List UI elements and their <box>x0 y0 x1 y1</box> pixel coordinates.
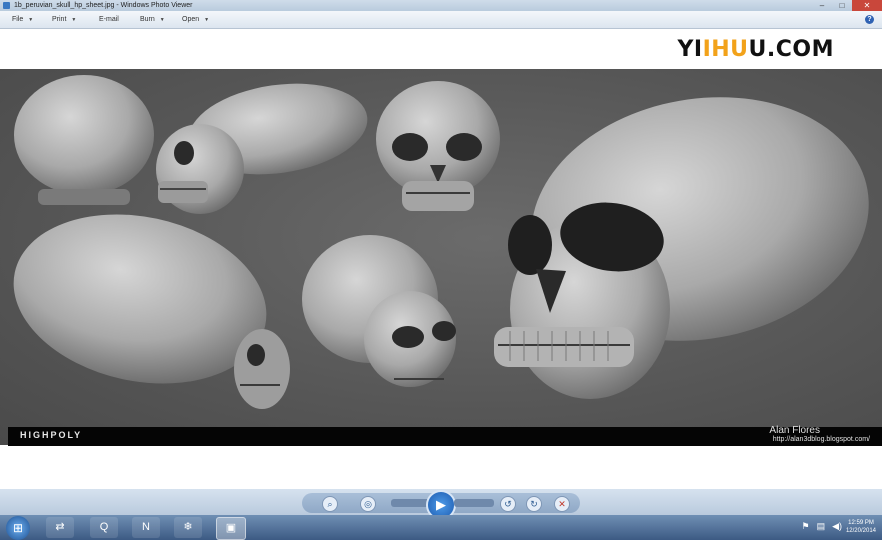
menu-open[interactable]: Open ▼ <box>182 11 209 28</box>
taskbar-app-snowflake-icon[interactable]: ❄ <box>174 517 202 538</box>
flag-icon[interactable]: ⚑ <box>801 521 809 532</box>
menu-burn[interactable]: Burn ▼ <box>140 11 165 28</box>
skull-side-view <box>156 83 368 214</box>
caption-label: HIGHPOLY <box>20 430 83 440</box>
taskbar-clock[interactable]: 12:59 PM 12/20/2014 <box>846 519 876 535</box>
skull-large-view <box>494 97 869 399</box>
close-button[interactable]: ✕ <box>852 0 882 11</box>
system-tray: ⚑ ▤ ◀) <box>801 521 842 532</box>
help-icon[interactable]: ? <box>865 15 874 24</box>
title-bar: 1b_peruvian_skull_hp_sheet.jpg - Windows… <box>0 0 882 11</box>
menu-file[interactable]: File ▼ <box>12 11 33 28</box>
skull-front-view <box>376 81 500 211</box>
taskbar-app-sync-icon[interactable]: ⇄ <box>46 517 74 538</box>
menu-burn-label: Burn <box>140 16 155 23</box>
photo-viewer-icon <box>3 2 10 9</box>
window-title: 1b_peruvian_skull_hp_sheet.jpg - Windows… <box>14 2 193 9</box>
volume-icon[interactable]: ◀) <box>832 521 842 532</box>
chevron-down-icon: ▼ <box>159 17 165 23</box>
skull-renders <box>13 75 869 409</box>
menu-file-label: File <box>12 16 24 23</box>
menu-print-label: Print <box>52 16 67 23</box>
chevron-down-icon: ▼ <box>28 17 34 23</box>
taskbar-app-n-icon[interactable]: N <box>132 517 160 538</box>
author-url: http://alan3dblog.blogspot.com/ <box>772 436 870 443</box>
previous-button[interactable] <box>391 499 431 507</box>
rotate-left-icon[interactable]: ↺ <box>500 496 516 512</box>
network-icon[interactable]: ▤ <box>817 521 826 532</box>
skull-elongated-view <box>13 214 290 409</box>
menu-email-label: E-mail <box>99 16 119 23</box>
menu-open-label: Open <box>182 16 200 23</box>
skull-sheet-image <box>0 69 882 445</box>
maximize-button[interactable]: □ <box>832 0 852 11</box>
next-button[interactable] <box>454 499 494 507</box>
chevron-down-icon: ▼ <box>71 17 77 23</box>
window-controls: – □ ✕ <box>812 0 882 11</box>
rotate-right-icon[interactable]: ↻ <box>526 496 542 512</box>
chevron-down-icon: ▼ <box>204 17 210 23</box>
menu-bar: File ▼ Print ▼ E-mail Burn ▼ Open ▼ ? <box>0 11 882 29</box>
watermark-prefix: YI <box>677 37 703 62</box>
clock-date: 12/20/2014 <box>845 528 876 534</box>
author-name: Alan Flores <box>769 425 820 436</box>
delete-icon[interactable]: ✕ <box>554 496 570 512</box>
watermark-suffix: U.COM <box>748 37 834 62</box>
clock-time: 12:59 PM <box>848 520 874 526</box>
watermark-accent: IHU <box>702 37 749 62</box>
minimize-button[interactable]: – <box>812 0 832 11</box>
menu-email[interactable]: E-mail <box>99 11 119 28</box>
taskbar-app-photo-viewer-icon[interactable]: ▣ <box>216 517 246 540</box>
skull-back-view <box>14 75 154 205</box>
caption-bar: HIGHPOLY Alan Flores http://alan3dblog.b… <box>8 425 882 446</box>
skull-three-quarter-view <box>302 235 456 387</box>
actual-size-icon[interactable]: ◎ <box>360 496 376 512</box>
watermark-logo: YIIHUU.COM <box>677 37 834 62</box>
start-button[interactable]: ⊞ <box>6 516 30 540</box>
taskbar: ⊞ ⇄ Q N ❄ ▣ ⚑ ▤ ◀) 12:59 PM 12/20/2014 <box>0 515 882 540</box>
zoom-icon[interactable]: ⌕ <box>322 496 338 512</box>
menu-print[interactable]: Print ▼ <box>52 11 76 28</box>
taskbar-app-search-icon[interactable]: Q <box>90 517 118 538</box>
